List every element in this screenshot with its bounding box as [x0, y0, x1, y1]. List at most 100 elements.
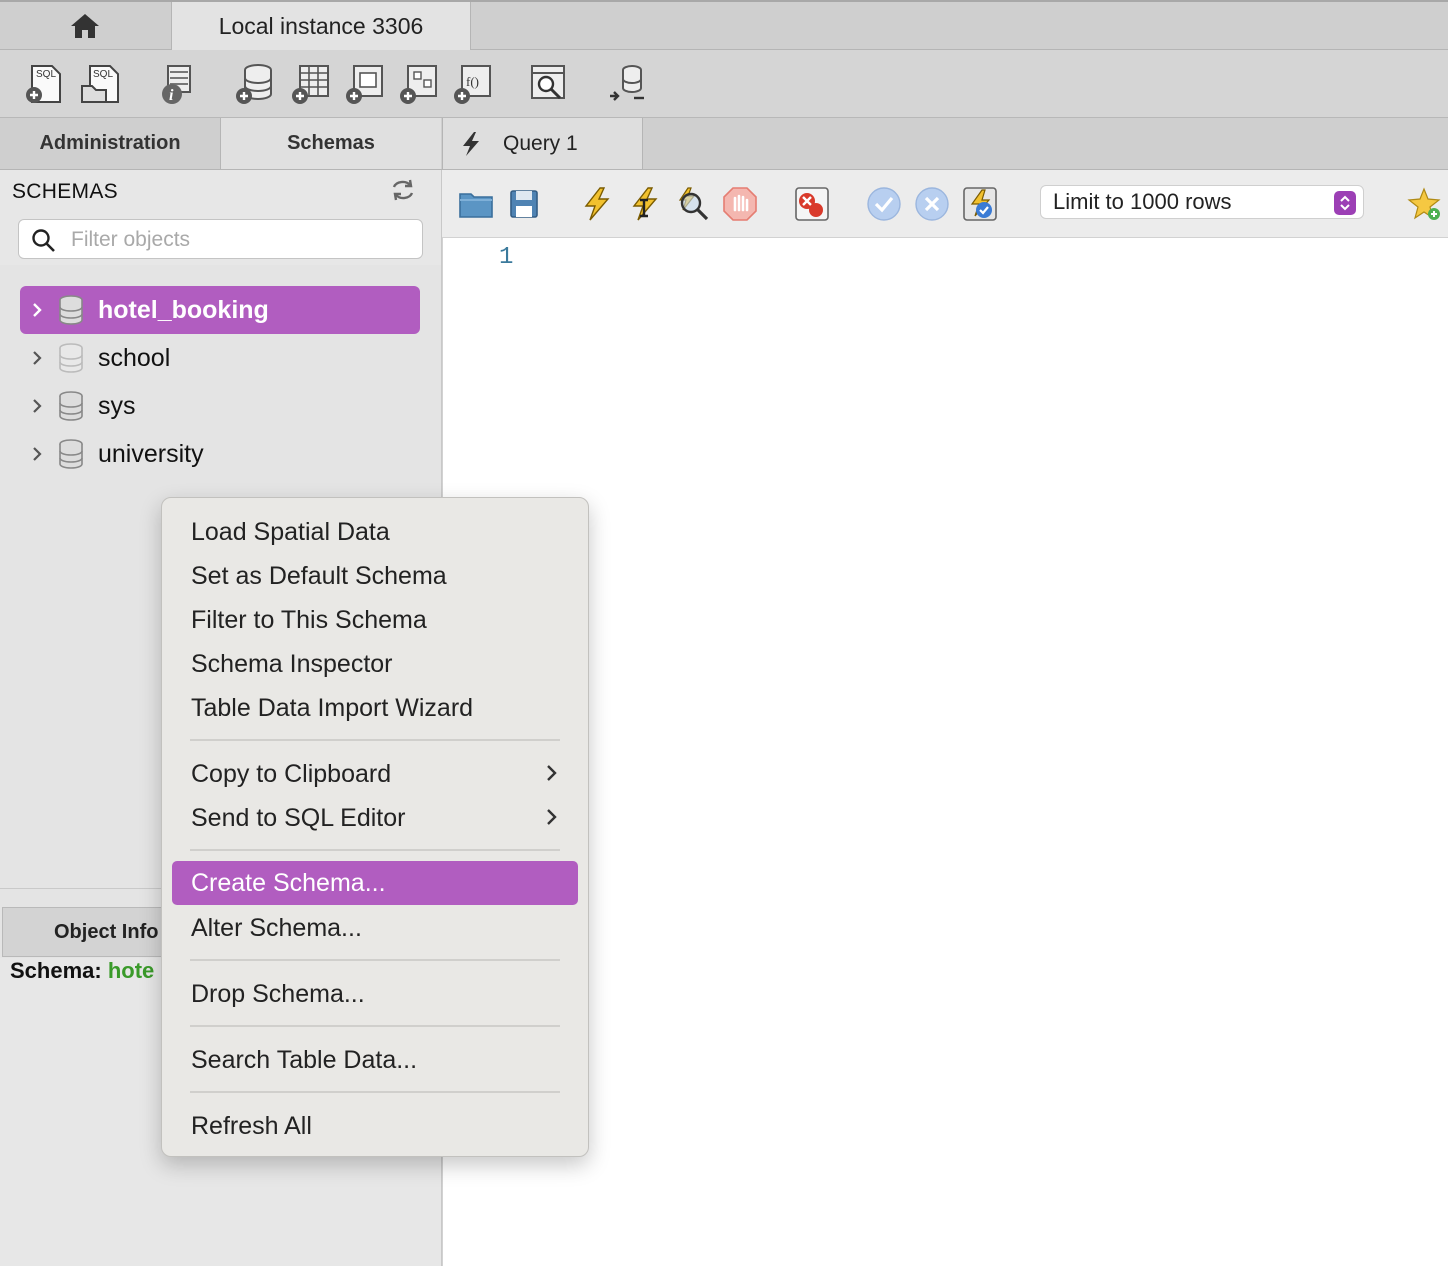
- menu-item-label: Create Schema...: [191, 868, 386, 897]
- menu-item-load-spatial-data[interactable]: Load Spatial Data: [172, 510, 578, 554]
- schema-item-hotel-booking[interactable]: hotel_booking: [20, 286, 420, 334]
- main-toolbar: SQL SQL i f(): [0, 50, 1448, 118]
- database-icon: [59, 295, 83, 325]
- open-sql-file-icon[interactable]: SQL: [78, 62, 122, 106]
- schema-info: Schema: hote: [10, 958, 154, 984]
- chevron-right-icon[interactable]: [20, 445, 54, 463]
- filter-objects-input[interactable]: [71, 226, 411, 254]
- tab-administration[interactable]: Administration: [0, 118, 221, 169]
- limit-rows-select[interactable]: Limit to 1000 rows: [1040, 185, 1364, 219]
- query-tab-label: Query 1: [503, 131, 578, 155]
- autocommit-icon[interactable]: [962, 186, 998, 222]
- schema-info-label: Schema:: [10, 958, 102, 983]
- chevron-right-icon: [547, 765, 557, 781]
- add-snippet-star-icon[interactable]: [1406, 186, 1442, 222]
- tab-local-instance[interactable]: Local instance 3306: [171, 2, 471, 50]
- menu-item-schema-inspector[interactable]: Schema Inspector: [172, 642, 578, 686]
- svg-text:f(): f(): [466, 74, 479, 89]
- menu-item-label: Alter Schema...: [191, 913, 362, 942]
- tab-schemas-label: Schemas: [287, 132, 375, 154]
- database-icon: [59, 391, 83, 421]
- create-function-icon[interactable]: f(): [450, 62, 494, 106]
- schema-item-school[interactable]: school: [20, 334, 420, 382]
- menu-separator: [190, 1091, 560, 1093]
- menu-separator: [190, 1025, 560, 1027]
- menu-separator: [190, 849, 560, 851]
- commit-icon[interactable]: [866, 186, 902, 222]
- home-tab[interactable]: [0, 2, 170, 50]
- menu-item-label: Refresh All: [191, 1111, 312, 1140]
- info-icon[interactable]: i: [154, 62, 198, 106]
- refresh-icon[interactable]: [390, 178, 416, 202]
- svg-text:SQL: SQL: [36, 69, 56, 80]
- instance-tab-label: Local instance 3306: [218, 12, 424, 39]
- menu-item-label: Load Spatial Data: [191, 517, 390, 546]
- menu-item-label: Schema Inspector: [191, 649, 393, 678]
- sql-editor-toolbar: Limit to 1000 rows: [442, 170, 1448, 238]
- search-table-data-icon[interactable]: [526, 62, 570, 106]
- menu-item-table-data-import-wizard[interactable]: Table Data Import Wizard: [172, 686, 578, 730]
- svg-text:SQL: SQL: [93, 69, 113, 80]
- menu-item-drop-schema[interactable]: Drop Schema...: [172, 972, 578, 1016]
- menu-item-send-to-sql-editor[interactable]: Send to SQL Editor: [172, 796, 578, 840]
- database-icon: [59, 343, 83, 373]
- open-folder-icon[interactable]: [458, 186, 494, 222]
- sql-editor[interactable]: 1: [442, 238, 1448, 1266]
- chevron-right-icon[interactable]: [20, 301, 54, 319]
- menu-item-alter-schema[interactable]: Alter Schema...: [172, 906, 578, 950]
- menu-item-refresh-all[interactable]: Refresh All: [172, 1104, 578, 1148]
- schema-item-sys[interactable]: sys: [20, 382, 420, 430]
- schema-item-university[interactable]: university: [20, 430, 420, 478]
- rollback-icon[interactable]: [914, 186, 950, 222]
- menu-item-label: Send to SQL Editor: [191, 803, 406, 832]
- schema-info-value: hote: [107, 958, 155, 983]
- create-table-icon[interactable]: [288, 62, 332, 106]
- new-sql-tab-icon[interactable]: SQL: [22, 62, 66, 106]
- create-procedure-icon[interactable]: [396, 62, 440, 106]
- create-view-icon[interactable]: [342, 62, 386, 106]
- menu-item-filter-to-schema[interactable]: Filter to This Schema: [172, 598, 578, 642]
- chevron-right-icon[interactable]: [20, 349, 54, 367]
- svg-text:i: i: [169, 87, 174, 104]
- menu-item-label: Copy to Clipboard: [191, 759, 392, 788]
- create-schema-icon[interactable]: [232, 62, 276, 106]
- execute-icon[interactable]: [578, 186, 614, 222]
- select-stepper-icon: [1334, 191, 1356, 215]
- chevron-right-icon[interactable]: [20, 397, 54, 415]
- menu-separator: [190, 739, 560, 741]
- schemas-heading: SCHEMAS: [12, 180, 118, 203]
- menu-item-label: Drop Schema...: [191, 979, 365, 1008]
- search-icon: [32, 229, 55, 252]
- schema-label: university: [98, 439, 204, 468]
- chevron-right-icon: [547, 809, 557, 825]
- menu-item-search-table-data[interactable]: Search Table Data...: [172, 1038, 578, 1082]
- line-number: 1: [499, 244, 514, 271]
- menu-item-label: Search Table Data...: [191, 1045, 418, 1074]
- menu-item-label: Filter to This Schema: [191, 605, 427, 634]
- tab-query-1[interactable]: Query 1: [443, 118, 643, 169]
- explain-icon[interactable]: [674, 186, 710, 222]
- sidebar-tab-bar: Administration Schemas: [0, 118, 442, 170]
- filter-box: [18, 219, 423, 259]
- menu-separator: [190, 959, 560, 961]
- database-icon: [59, 439, 83, 469]
- query-tab-bar: Query 1: [442, 118, 1448, 170]
- connection-tab-bar: Local instance 3306: [0, 0, 1448, 50]
- menu-item-label: Set as Default Schema: [191, 561, 447, 590]
- home-icon: [71, 14, 99, 38]
- save-icon[interactable]: [506, 186, 542, 222]
- reconnect-icon[interactable]: [604, 62, 648, 106]
- stop-on-error-icon[interactable]: [794, 186, 830, 222]
- schema-label: sys: [98, 391, 136, 420]
- tab-schemas[interactable]: Schemas: [221, 118, 441, 169]
- stop-icon[interactable]: [722, 186, 758, 222]
- schema-label: school: [98, 343, 171, 372]
- schema-label: hotel_booking: [98, 295, 269, 324]
- menu-item-copy-to-clipboard[interactable]: Copy to Clipboard: [172, 752, 578, 796]
- execute-current-statement-icon[interactable]: [626, 186, 662, 222]
- schema-context-menu: Load Spatial Data Set as Default Schema …: [161, 497, 589, 1157]
- object-info-label: Object Info: [54, 920, 159, 943]
- menu-item-set-default-schema[interactable]: Set as Default Schema: [172, 554, 578, 598]
- menu-item-create-schema[interactable]: Create Schema...: [172, 861, 578, 905]
- menu-item-label: Table Data Import Wizard: [191, 693, 474, 722]
